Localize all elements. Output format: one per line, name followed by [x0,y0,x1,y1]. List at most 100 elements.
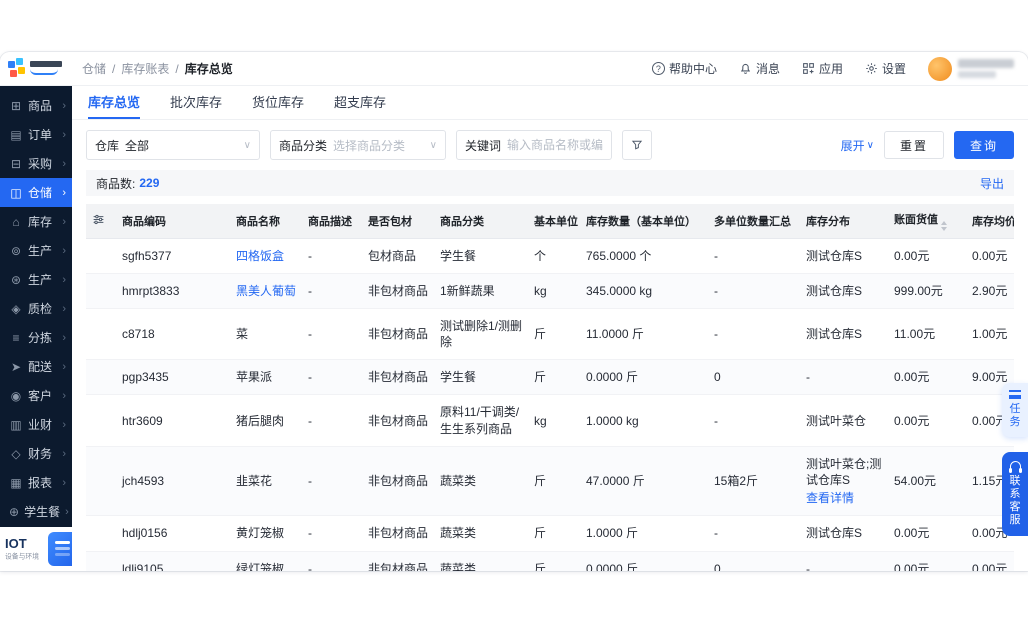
sidebar-item-production[interactable]: ⊚ 生产 › [0,236,72,265]
reset-button[interactable]: 重置 [883,131,944,159]
cell-description: - [302,446,362,517]
goods-icon: ⊞ [10,98,22,113]
cell-packaging: 非包材商品 [362,308,434,361]
cell-distribution: - [800,551,888,571]
sidebar-item-orders[interactable]: ▤ 订单 › [0,120,72,149]
cell-description: - [302,551,362,571]
cell-unit: 斤 [528,551,580,571]
app-logo [8,57,68,80]
cell-product-code: sgfh5377 [116,238,230,274]
service-label: 联系客服 [1009,475,1021,526]
cell-packaging: 非包材商品 [362,359,434,396]
cell-distribution: 测试叶菜仓 [800,394,888,447]
cell-multi-unit: - [708,273,800,309]
sidebar-item-goods[interactable]: ⊞ 商品 › [0,91,72,120]
cell-multi-unit: 15箱2斤 [708,446,800,517]
app-body: ⊞ 商品 › ▤ 订单 › ⊟ 采购 › ◫ 仓储 › ⌂ 库存 › ⊚ 生产 › ⊛ 生产 › ◈ 质检 › ≡ 分拣 › ➤ 配送 ›… [0,86,1028,571]
keyword-field[interactable]: 关键词 [456,130,612,160]
logo-wordmark [30,60,62,67]
column-header: 商品编码 [116,204,230,239]
tab-inventory-overview[interactable]: 库存总览 [88,86,141,119]
logo-block [10,69,17,77]
app-header: 仓储 / 库存账表 / 库存总览 ? 帮助中心 消息 应用 设置 [0,52,1028,86]
product-count: 229 [139,176,160,190]
avatar [928,56,952,81]
sidebar-item-quality-check[interactable]: ◈ 质检 › [0,294,72,323]
column-header: 多单位数量汇总 [708,204,800,239]
apps-button[interactable]: 应用 [802,60,843,77]
sidebar-item-student-meal[interactable]: ⊕ 学生餐 › [0,497,72,526]
cell-packaging: 非包材商品 [362,446,434,517]
inventory-table: 商品编码 商品名称 商品描述 是否包材 商品分类 基本单位 库存数量（基本单位） 多单位数量汇… [86,204,1014,571]
cell-unit: 斤 [528,359,580,396]
sidebar-menu: ⊞ 商品 › ▤ 订单 › ⊟ 采购 › ◫ 仓储 › ⌂ 库存 › ⊚ 生产 › ⊛ 生产 › ◈ 质检 › ≡ 分拣 › ➤ 配送 ›… [0,86,72,527]
tab-batch-inventory[interactable]: 批次库存 [170,86,222,119]
user-name-redacted [958,59,1014,78]
task-panel-button[interactable]: 任务 [1002,383,1028,437]
sidebar-item-label: 分拣 [28,331,53,345]
breadcrumb-item[interactable]: 仓储 [82,60,106,77]
task-label: 任务 [1009,403,1021,428]
sort-icon[interactable] [941,221,947,231]
filter-funnel-button[interactable] [622,130,652,160]
breadcrumb-separator: / [112,61,116,76]
category-placeholder: 选择商品分类 [333,138,406,153]
cell-book-value: 0.00元 [888,359,966,396]
breadcrumb-item[interactable]: 库存账表 [121,60,169,77]
finance-icon: ◇ [11,446,21,461]
warehouse-select[interactable]: 仓库 全部 ∨ [86,130,260,160]
table-row: hmrpt3833 黑美人葡萄 - 非包材商品 1新鲜蔬果 kg 345.0000 kg - 测… [86,273,1014,309]
chevron-right-icon: › [62,360,66,373]
main-content: 库存总览 批次库存 货位库存 超支库存 仓库 全部 ∨ 商品分类 选择商品分类 ∨ 关… [72,86,1028,571]
sidebar-item-purchase[interactable]: ⊟ 采购 › [0,149,72,178]
cell-product-name: 猪后腿肉 [230,394,302,447]
cell-category: 蔬菜类 [434,551,528,571]
expand-toggle[interactable]: 展开 ∨ [841,137,874,154]
category-select[interactable]: 商品分类 选择商品分类 ∨ [270,130,446,160]
chevron-right-icon: › [62,186,66,199]
keyword-input[interactable] [507,138,603,152]
chevron-right-icon: › [62,244,66,257]
table-row: c8718 菜 - 非包材商品 测试删除1/测删除斤 11.0000 斤 - 测试仓库S 11.… [86,308,1014,361]
column-header[interactable]: 账面货值 [888,204,966,239]
chevron-right-icon: › [62,476,66,489]
sidebar-item-delivery[interactable]: ➤ 配送 › [0,352,72,381]
settings-button[interactable]: 设置 [865,60,906,77]
row-gutter [86,308,116,361]
summary-bar: 商品数: 229 导出 [86,170,1014,196]
product-name-text: 猪后腿肉 [236,413,285,428]
sidebar-item-inventory[interactable]: ⌂ 库存 › [0,207,72,236]
sidebar-item-sorting[interactable]: ≡ 分拣 › [0,323,72,352]
help-center-button[interactable]: ? 帮助中心 [651,60,717,77]
column-settings-button[interactable] [86,204,116,239]
tab-overspend-inventory[interactable]: 超支库存 [334,86,386,119]
sidebar-item-warehouse[interactable]: ◫ 仓储 › [0,178,72,207]
search-button[interactable]: 查询 [953,131,1014,159]
product-name-link[interactable]: 四格饭盒 [236,249,284,263]
sidebar-item-production-2[interactable]: ⊛ 生产 › [0,265,72,294]
user-menu[interactable] [928,56,1014,81]
cell-product-code: c8718 [116,308,230,361]
row-gutter [86,551,116,571]
iot-brand-text: IOT 设备与环境 [5,536,45,562]
sidebar-item-customers[interactable]: ◉ 客户 › [0,381,72,410]
help-label: 帮助中心 [668,62,717,76]
cell-distribution: 测试仓库S [800,308,888,361]
sidebar-item-business-finance[interactable]: ▥ 业财 › [0,410,72,439]
column-header: 是否包材 [362,204,434,239]
sidebar-item-reports[interactable]: ▦ 报表 › [0,468,72,497]
product-name-link[interactable]: 黑美人葡萄 [236,284,296,298]
sidebar-item-finance[interactable]: ◇ 财务 › [0,439,72,468]
customers-icon: ◉ [10,388,22,403]
funnel-icon [631,139,643,151]
cell-quantity: 0.0000 斤 [580,551,708,571]
contact-service-button[interactable]: 联系客服 [1002,452,1028,536]
messages-button[interactable]: 消息 [739,60,780,77]
view-detail-link[interactable]: 查看详情 [806,490,882,506]
cell-category: 蔬菜类 [434,515,528,552]
export-button[interactable]: 导出 [980,175,1004,192]
product-name-text: 韭菜花 [236,474,273,488]
cell-book-value: 0.00元 [888,238,966,274]
tab-location-inventory[interactable]: 货位库存 [252,86,304,119]
cell-quantity: 0.0000 斤 [580,359,708,396]
